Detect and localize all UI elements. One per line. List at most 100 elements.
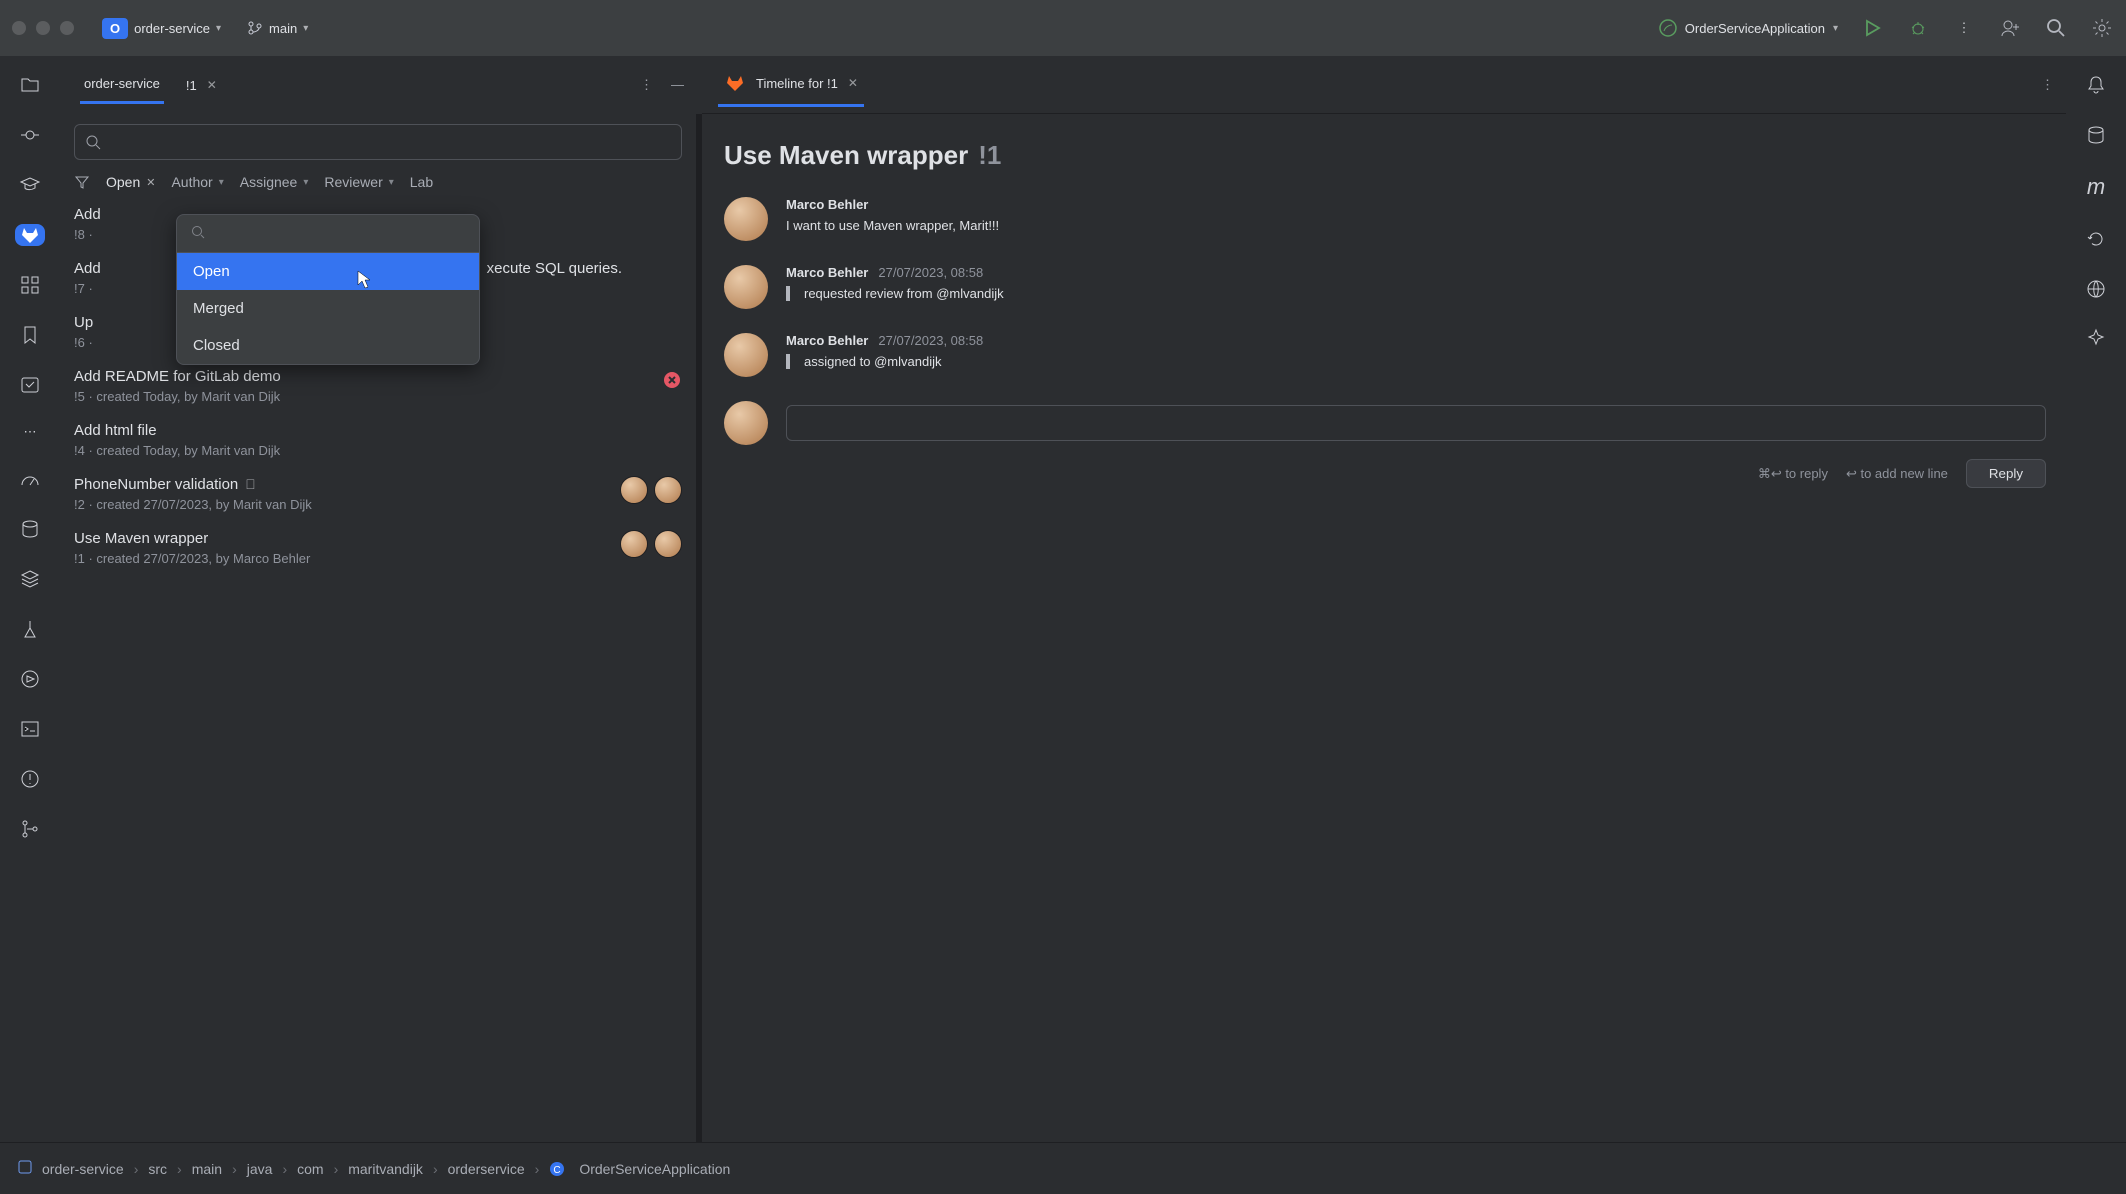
filter-label[interactable]: Lab <box>410 174 433 190</box>
run-button[interactable] <box>1860 16 1884 40</box>
panel-minimize-icon[interactable]: — <box>671 77 684 93</box>
cursor-icon <box>355 269 373 295</box>
avatar <box>620 530 648 558</box>
code-with-me-icon[interactable] <box>1998 16 2022 40</box>
minimize-window[interactable] <box>36 21 50 35</box>
avatar <box>724 265 768 309</box>
ai-assistant-icon[interactable] <box>2081 328 2111 350</box>
mr-title-text: Use Maven wrapper <box>724 140 968 171</box>
close-icon[interactable]: ✕ <box>848 76 858 90</box>
endpoints-icon[interactable] <box>2081 278 2111 300</box>
pull-requests-tool-icon[interactable] <box>15 374 45 396</box>
tab-timeline[interactable]: Timeline for !1 ✕ <box>718 62 864 107</box>
mr-item[interactable]: Add README for GitLab demo!5 · created T… <box>74 368 682 404</box>
breadcrumb: order-service›src›main›java›com›maritvan… <box>0 1142 2126 1194</box>
entry-time: 27/07/2023, 08:58 <box>878 333 983 348</box>
more-tool-icon[interactable]: ⋯ <box>15 424 45 440</box>
database-tool-icon[interactable] <box>15 518 45 540</box>
dropdown-search[interactable] <box>177 215 479 253</box>
gitlab-tool-icon[interactable] <box>15 224 45 246</box>
tab-mr-label: !1 <box>186 78 197 93</box>
filter-reviewer[interactable]: Reviewer▾ <box>324 174 393 190</box>
close-window[interactable] <box>12 21 26 35</box>
detail-menu-icon[interactable]: ⋮ <box>2041 77 2054 92</box>
terminal-tool-icon[interactable] <box>15 718 45 740</box>
close-icon[interactable]: ✕ <box>207 78 217 92</box>
search-input-field[interactable] <box>109 135 671 150</box>
filter-icon[interactable] <box>74 174 90 190</box>
run-configuration[interactable]: OrderServiceApplication ▾ <box>1659 19 1838 37</box>
search-input[interactable] <box>74 124 682 160</box>
database-right-icon[interactable] <box>2081 124 2111 146</box>
entry-author: Marco Behler <box>786 197 868 212</box>
tab-project[interactable]: order-service <box>80 66 164 104</box>
mr-item-meta: !2 · created 27/07/2023, by Marit van Di… <box>74 497 622 512</box>
breadcrumb-item[interactable]: maritvandijk <box>348 1161 423 1177</box>
learn-tool-icon[interactable] <box>15 174 45 196</box>
project-tool-icon[interactable] <box>15 74 45 96</box>
debug-button[interactable] <box>1906 16 1930 40</box>
services-tool-icon[interactable] <box>15 668 45 690</box>
meter-tool-icon[interactable] <box>15 468 45 490</box>
window-controls <box>12 21 74 35</box>
entry-text: requested review from @mlvandijk <box>786 286 1004 301</box>
bookmarks-tool-icon[interactable] <box>15 324 45 346</box>
mr-detail-title: Use Maven wrapper !1 <box>724 140 2046 171</box>
timeline-entry: Marco Behler 27/07/2023, 08:58 assigned to… <box>724 333 2046 377</box>
dropdown-option[interactable]: Open <box>177 253 479 290</box>
branch-name: main <box>269 21 297 36</box>
layers-tool-icon[interactable] <box>15 568 45 590</box>
more-actions-button[interactable]: ⋮ <box>1952 16 1976 40</box>
mr-panel: Open ✕ Author▾ Assignee▾ Reviewer▾ Lab A… <box>60 114 696 1142</box>
breadcrumb-item[interactable]: com <box>297 1161 323 1177</box>
reply-button[interactable]: Reply <box>1966 459 2046 488</box>
chevron-right-icon: › <box>334 1161 339 1177</box>
entry-author: Marco Behler <box>786 333 868 348</box>
branch-selector[interactable]: main ▾ <box>239 16 316 40</box>
right-tool-rail: m <box>2066 56 2126 114</box>
search-icon <box>85 134 101 150</box>
reply-input[interactable] <box>786 405 2046 441</box>
maven-tool-icon[interactable]: m <box>2081 174 2111 200</box>
structure-tool-icon[interactable] <box>15 274 45 296</box>
commit-tool-icon[interactable] <box>15 124 45 146</box>
mr-item[interactable]: Use Maven wrapper !1 · created 27/07/2023… <box>74 530 682 566</box>
project-selector[interactable]: O order-service ▾ <box>94 14 229 43</box>
breadcrumb-item[interactable]: OrderServiceApplication <box>579 1161 730 1177</box>
panel-menu-icon[interactable]: ⋮ <box>640 77 653 93</box>
build-tool-icon[interactable] <box>15 618 45 640</box>
breadcrumb-item[interactable]: orderservice <box>448 1161 525 1177</box>
entry-time: 27/07/2023, 08:58 <box>878 265 983 280</box>
mr-item[interactable]: Add html file!4 · created Today, by Mari… <box>74 422 682 458</box>
filter-author[interactable]: Author▾ <box>171 174 223 190</box>
breadcrumb-item[interactable]: main <box>192 1161 222 1177</box>
reload-icon[interactable] <box>2081 228 2111 250</box>
branch-icon <box>247 20 263 36</box>
notifications-icon[interactable] <box>2081 74 2111 96</box>
filter-assignee[interactable]: Assignee▾ <box>240 174 309 190</box>
git-tool-icon[interactable] <box>15 818 45 840</box>
breadcrumb-item[interactable]: order-service <box>42 1161 124 1177</box>
state-dropdown: OpenMergedClosed <box>176 214 480 365</box>
mr-item-title: Use Maven wrapper <box>74 530 622 547</box>
filter-author-label: Author <box>171 174 212 190</box>
assignee-avatars <box>620 476 682 504</box>
search-everywhere-icon[interactable] <box>2044 16 2068 40</box>
tab-mr[interactable]: !1 ✕ <box>182 68 221 103</box>
mr-item-meta: !5 · created Today, by Marit van Dijk <box>74 389 622 404</box>
filter-state[interactable]: Open ✕ <box>106 174 155 190</box>
project-name: order-service <box>134 21 210 36</box>
dropdown-option[interactable]: Merged <box>177 290 479 327</box>
entry-text: assigned to @mlvandijk <box>786 354 983 369</box>
filter-state-label: Open <box>106 174 140 190</box>
mr-item[interactable]: PhoneNumber validation⎕!2 · created 27/0… <box>74 476 682 512</box>
clear-icon[interactable]: ✕ <box>146 176 155 189</box>
breadcrumb-item[interactable]: java <box>247 1161 273 1177</box>
breadcrumb-item[interactable]: src <box>148 1161 167 1177</box>
zoom-window[interactable] <box>60 21 74 35</box>
problems-tool-icon[interactable] <box>15 768 45 790</box>
mr-item-meta: !1 · created 27/07/2023, by Marco Behler <box>74 551 622 566</box>
settings-icon[interactable] <box>2090 16 2114 40</box>
dropdown-option[interactable]: Closed <box>177 327 479 364</box>
entry-text: I want to use Maven wrapper, Marit!!! <box>786 218 999 233</box>
